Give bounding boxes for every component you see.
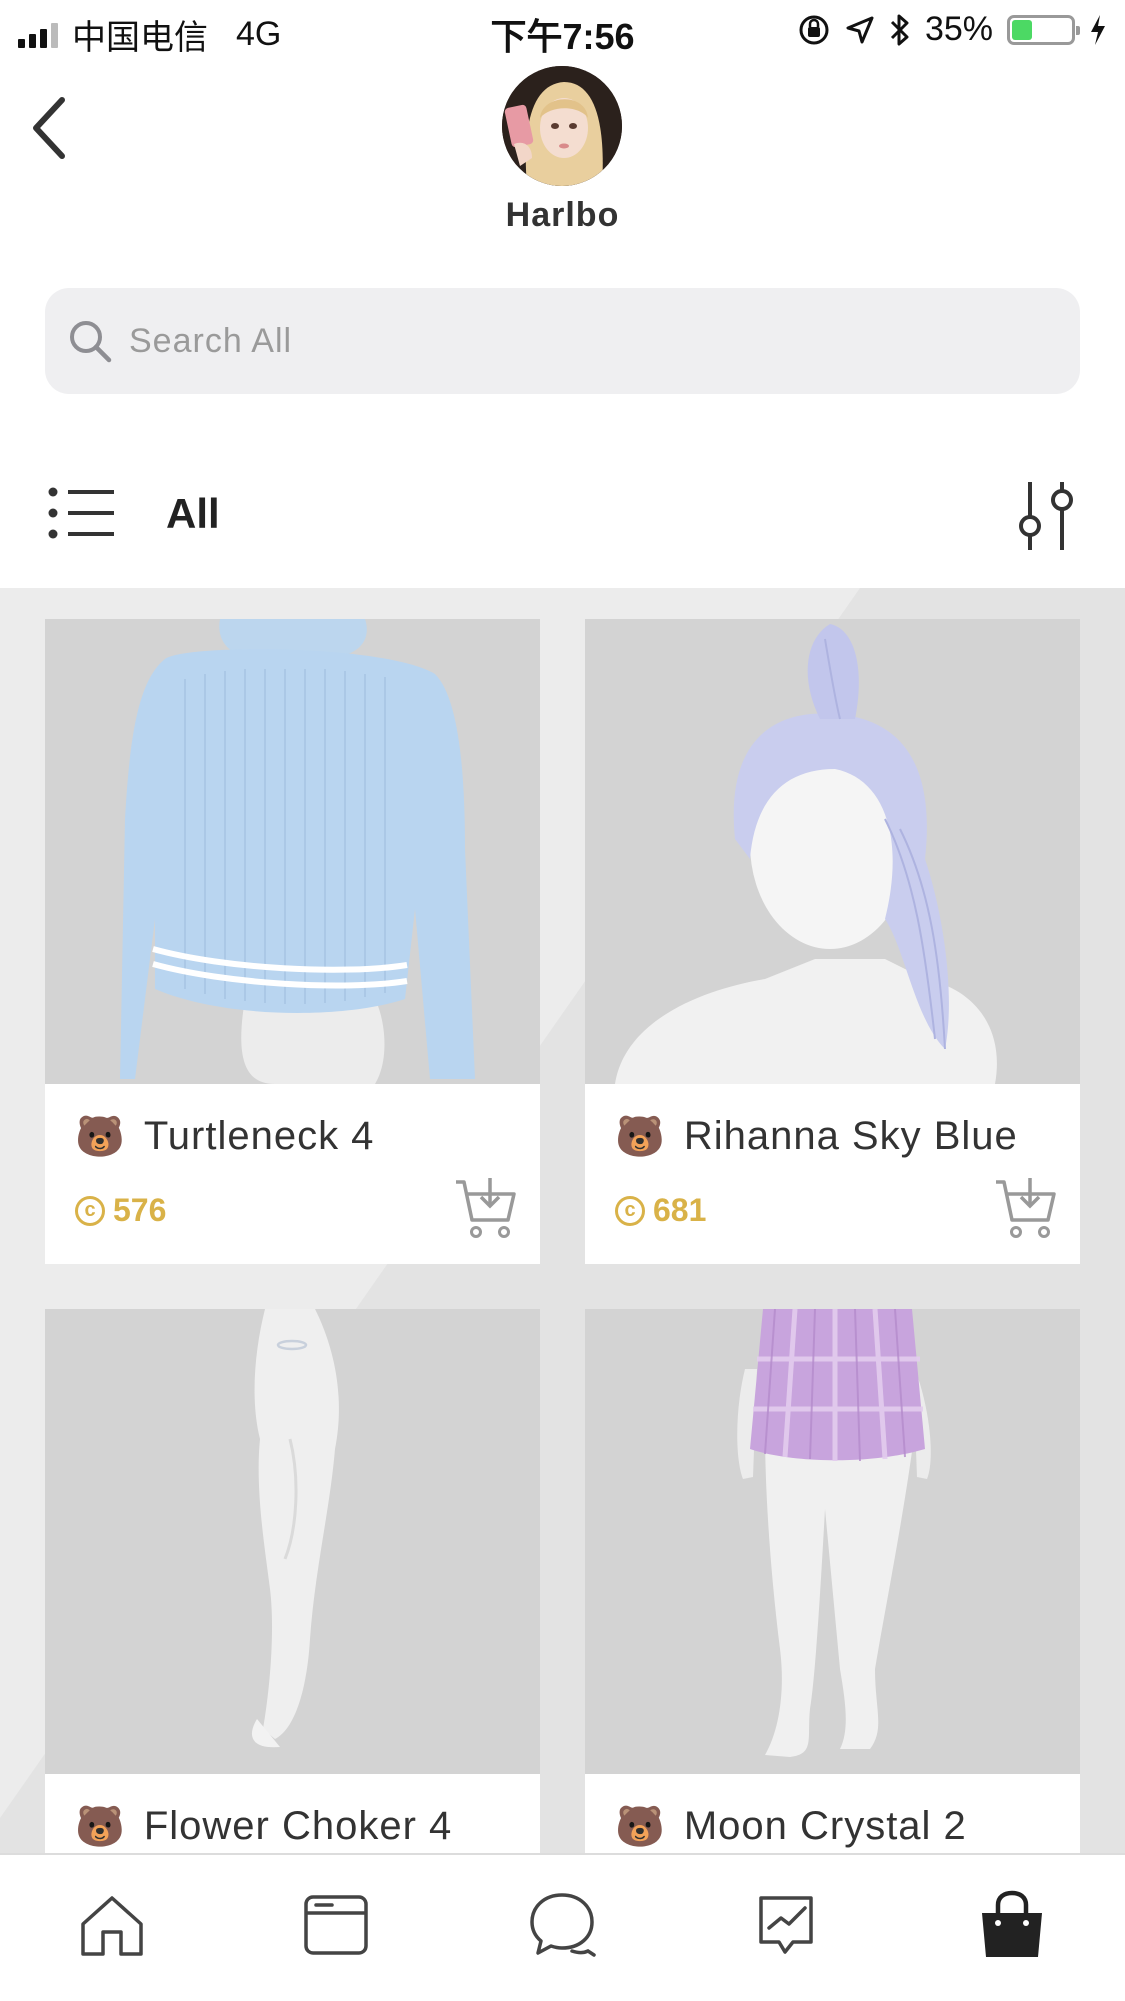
product-grid: 🐻 Turtleneck 4 c 576 🐻 Rihanna Sky Blue … (0, 588, 1125, 1853)
product-image[interactable] (45, 1309, 540, 1774)
status-right: 35% (797, 10, 1107, 49)
category-row: All (0, 470, 1125, 560)
tab-shop[interactable] (972, 1885, 1052, 1965)
product-image[interactable] (585, 619, 1080, 1084)
product-card[interactable]: 🐻 Flower Choker 4 (45, 1309, 540, 1853)
shopping-bag-icon (982, 1890, 1042, 1957)
product-image[interactable] (45, 619, 540, 1084)
choker-image (45, 1309, 540, 1774)
coin-icon: c (75, 1195, 105, 1226)
product-name: Flower Choker 4 (143, 1804, 453, 1848)
search-bar[interactable] (45, 288, 1080, 394)
orientation-lock-icon (799, 15, 829, 44)
bear-icon: 🐻 (615, 1804, 666, 1849)
battery-icon (1007, 14, 1080, 45)
tab-activity[interactable] (746, 1885, 826, 1965)
browser-icon (304, 1895, 368, 1955)
product-title[interactable]: 🐻 Rihanna Sky Blue (615, 1114, 1018, 1159)
product-info: 🐻 Turtleneck 4 c 576 (45, 1084, 540, 1264)
battery-percent: 35% (924, 10, 993, 48)
product-info: 🐻 Flower Choker 4 (45, 1774, 540, 1853)
category-label[interactable]: All (166, 490, 220, 538)
product-title[interactable]: 🐻 Moon Crystal 2 (615, 1804, 967, 1849)
username[interactable]: Harlbo (0, 196, 1125, 235)
chat-icon (530, 1893, 596, 1957)
product-card[interactable]: 🐻 Moon Crystal 2 (585, 1309, 1080, 1853)
location-icon (846, 16, 874, 43)
hair-image (585, 619, 1080, 1084)
status-bar: 中国电信 4G 下午7:56 35% (0, 0, 1125, 62)
bear-icon: 🐻 (75, 1114, 126, 1159)
skirt-image (585, 1309, 1080, 1774)
product-price: c 681 (615, 1192, 706, 1229)
tab-chat[interactable] (522, 1885, 602, 1965)
product-image[interactable] (585, 1309, 1080, 1774)
avatar-image (502, 66, 622, 186)
product-info: 🐻 Rihanna Sky Blue c 681 (585, 1084, 1080, 1264)
bear-icon: 🐻 (615, 1114, 666, 1159)
sliders-icon[interactable] (1010, 478, 1082, 554)
product-title[interactable]: 🐻 Turtleneck 4 (75, 1114, 374, 1159)
sweater-image (45, 619, 540, 1084)
add-to-cart-icon[interactable] (454, 1176, 518, 1240)
product-info: 🐻 Moon Crystal 2 (585, 1774, 1080, 1853)
charging-icon (1091, 14, 1105, 45)
tab-browse[interactable] (296, 1885, 376, 1965)
search-icon (70, 321, 112, 363)
search-input[interactable] (129, 321, 1029, 361)
trending-icon (759, 1896, 813, 1954)
product-name: Moon Crystal 2 (683, 1804, 967, 1848)
tab-bar (0, 1853, 1125, 2001)
avatar[interactable] (502, 66, 622, 186)
product-title[interactable]: 🐻 Flower Choker 4 (75, 1804, 452, 1849)
battery-fill (1012, 19, 1032, 40)
product-card[interactable]: 🐻 Rihanna Sky Blue c 681 (585, 619, 1080, 1264)
product-name: Rihanna Sky Blue (683, 1114, 1018, 1158)
chevron-left-icon (33, 97, 65, 159)
price-value: 681 (653, 1192, 707, 1228)
add-to-cart-icon[interactable] (994, 1176, 1058, 1240)
back-button[interactable] (20, 92, 76, 164)
home-icon (81, 1896, 143, 1956)
bluetooth-icon (890, 14, 909, 45)
bear-icon: 🐻 (75, 1804, 126, 1849)
tab-home[interactable] (72, 1885, 152, 1965)
product-price: c 576 (75, 1192, 166, 1229)
coin-icon: c (615, 1195, 645, 1226)
price-value: 576 (113, 1192, 167, 1228)
product-card[interactable]: 🐻 Turtleneck 4 c 576 (45, 619, 540, 1264)
list-icon[interactable] (48, 484, 116, 542)
product-name: Turtleneck 4 (143, 1114, 375, 1158)
